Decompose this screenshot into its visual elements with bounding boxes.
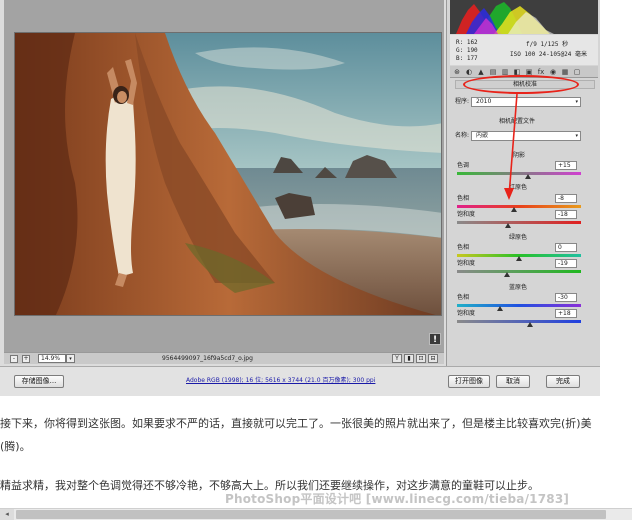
info-readout: R: 162 G: 190 B: 177 f/9 1/125 秒 ISO 100… — [450, 35, 598, 65]
done-button[interactable]: 完成 — [546, 375, 580, 388]
open-image-button[interactable]: 打开图像 — [448, 375, 490, 388]
process-select[interactable]: 2010 ▾ — [471, 97, 581, 107]
zoom-dropdown-icon[interactable]: ▾ — [66, 354, 75, 363]
chevron-down-icon: ▾ — [575, 99, 578, 105]
red-saturation-label: 饱和度 — [457, 211, 476, 218]
process-select-value: 2010 — [476, 98, 492, 105]
view-toggle-y-icon[interactable]: Y — [392, 354, 402, 363]
blue-saturation-label: 饱和度 — [457, 310, 476, 317]
status-bar: - + 14.9% ▾ 9564499097_16f9a5cd7_o.jpg Y… — [4, 352, 444, 364]
cancel-button[interactable]: 取消 — [496, 375, 530, 388]
shadows-tint-label: 色调 — [457, 162, 470, 169]
green-hue-label: 色相 — [457, 244, 470, 251]
photo-scene — [15, 33, 441, 315]
shadows-tint-slider[interactable] — [457, 172, 581, 175]
red-primary-heading: 红原色 — [509, 184, 528, 191]
rgb-r-readout: R: 162 — [456, 39, 478, 46]
action-bar: 存储图像... Adobe RGB (1998); 16 位; 5616 x 3… — [0, 366, 600, 396]
zoom-in-button[interactable]: + — [22, 355, 30, 363]
profile-name-value: 内嵌 — [476, 132, 489, 139]
adjustment-panel: R: 162 G: 190 B: 177 f/9 1/125 秒 ISO 100… — [446, 0, 600, 366]
histogram — [450, 0, 598, 34]
save-image-button[interactable]: 存储图像... — [14, 375, 64, 388]
blue-saturation-field[interactable]: +18 — [555, 309, 577, 318]
view-settings-icon[interactable]: ⊟ — [428, 354, 438, 363]
chevron-down-icon: ▾ — [575, 133, 578, 139]
scrollbar-thumb[interactable] — [16, 510, 606, 519]
shadows-tint-field[interactable]: +15 — [555, 161, 577, 170]
annotation-ellipse — [463, 75, 579, 94]
watermark: PhotoShop平面设计吧 [www.linecg.com/tieba/178… — [225, 492, 570, 506]
red-saturation-field[interactable]: -18 — [555, 210, 577, 219]
red-hue-field[interactable]: -8 — [555, 194, 577, 203]
blue-saturation-slider[interactable] — [457, 320, 581, 323]
green-saturation-label: 饱和度 — [457, 260, 476, 267]
green-hue-field[interactable]: 0 — [555, 243, 577, 252]
camera-profile-heading: 相机配置文件 — [499, 118, 536, 125]
rgb-g-readout: G: 190 — [456, 47, 478, 54]
green-saturation-field[interactable]: -19 — [555, 259, 577, 268]
blue-hue-slider[interactable] — [457, 304, 581, 307]
tab-tone-curve-icon[interactable]: ◐ — [464, 67, 474, 77]
process-label: 程序: — [455, 98, 470, 105]
view-single-icon[interactable]: ▮ — [404, 354, 414, 363]
red-hue-slider[interactable] — [457, 205, 581, 208]
blue-hue-label: 色相 — [457, 294, 470, 301]
green-saturation-slider[interactable] — [457, 270, 581, 273]
exif-aperture-shutter: f/9 1/125 秒 — [526, 41, 569, 48]
blue-primary-heading: 蓝原色 — [509, 284, 528, 291]
rgb-b-readout: B: 177 — [456, 55, 478, 62]
scroll-left-arrow-icon[interactable]: ◂ — [0, 509, 14, 520]
preview-photo — [14, 32, 442, 316]
tab-detail-icon[interactable]: ▲ — [476, 67, 486, 77]
workflow-options-link[interactable]: Adobe RGB (1998); 16 位; 5616 x 3744 (21.… — [186, 376, 375, 386]
green-primary-heading: 绿原色 — [509, 234, 528, 241]
zoom-out-button[interactable]: - — [10, 355, 18, 363]
file-name: 9564499097_16f9a5cd7_o.jpg — [162, 355, 253, 362]
view-swap-icon[interactable]: ⊡ — [416, 354, 426, 363]
horizontal-scrollbar[interactable]: ◂ — [0, 508, 632, 520]
alert-icon[interactable]: ! — [429, 333, 441, 345]
red-saturation-slider[interactable] — [457, 221, 581, 224]
camera-raw-window: ! - + 14.9% ▾ 9564499097_16f9a5cd7_o.jpg… — [0, 0, 600, 396]
green-saturation-thumb[interactable] — [504, 272, 511, 277]
histogram-graph — [456, 2, 554, 34]
exif-iso-lens: ISO 100 24-105@24 毫米 — [510, 51, 588, 58]
profile-name-label: 名称: — [455, 132, 470, 139]
profile-name-select[interactable]: 内嵌 ▾ — [471, 131, 581, 141]
red-hue-thumb[interactable] — [511, 207, 518, 212]
tab-presets-icon[interactable]: ▦ — [560, 67, 570, 77]
tab-basic-icon[interactable]: ⊛ — [452, 67, 462, 77]
green-hue-thumb[interactable] — [516, 256, 522, 261]
red-saturation-thumb[interactable] — [504, 223, 511, 228]
blue-hue-thumb[interactable] — [497, 306, 504, 311]
preview-area: ! — [4, 0, 444, 352]
blue-hue-field[interactable]: -30 — [555, 293, 577, 302]
red-hue-label: 色相 — [457, 195, 470, 202]
blue-saturation-thumb[interactable] — [527, 322, 534, 327]
zoom-level-field[interactable]: 14.9% — [38, 354, 66, 363]
shadows-tint-thumb[interactable] — [525, 174, 532, 179]
article-paragraph-1: 接下来，你将得到这张图。如果要求不严的话，直接就可以完工了。一张很美的照片就出来… — [0, 417, 592, 453]
shadows-heading: 阴影 — [513, 152, 526, 159]
tab-snapshots-icon[interactable]: ▢ — [572, 67, 582, 77]
